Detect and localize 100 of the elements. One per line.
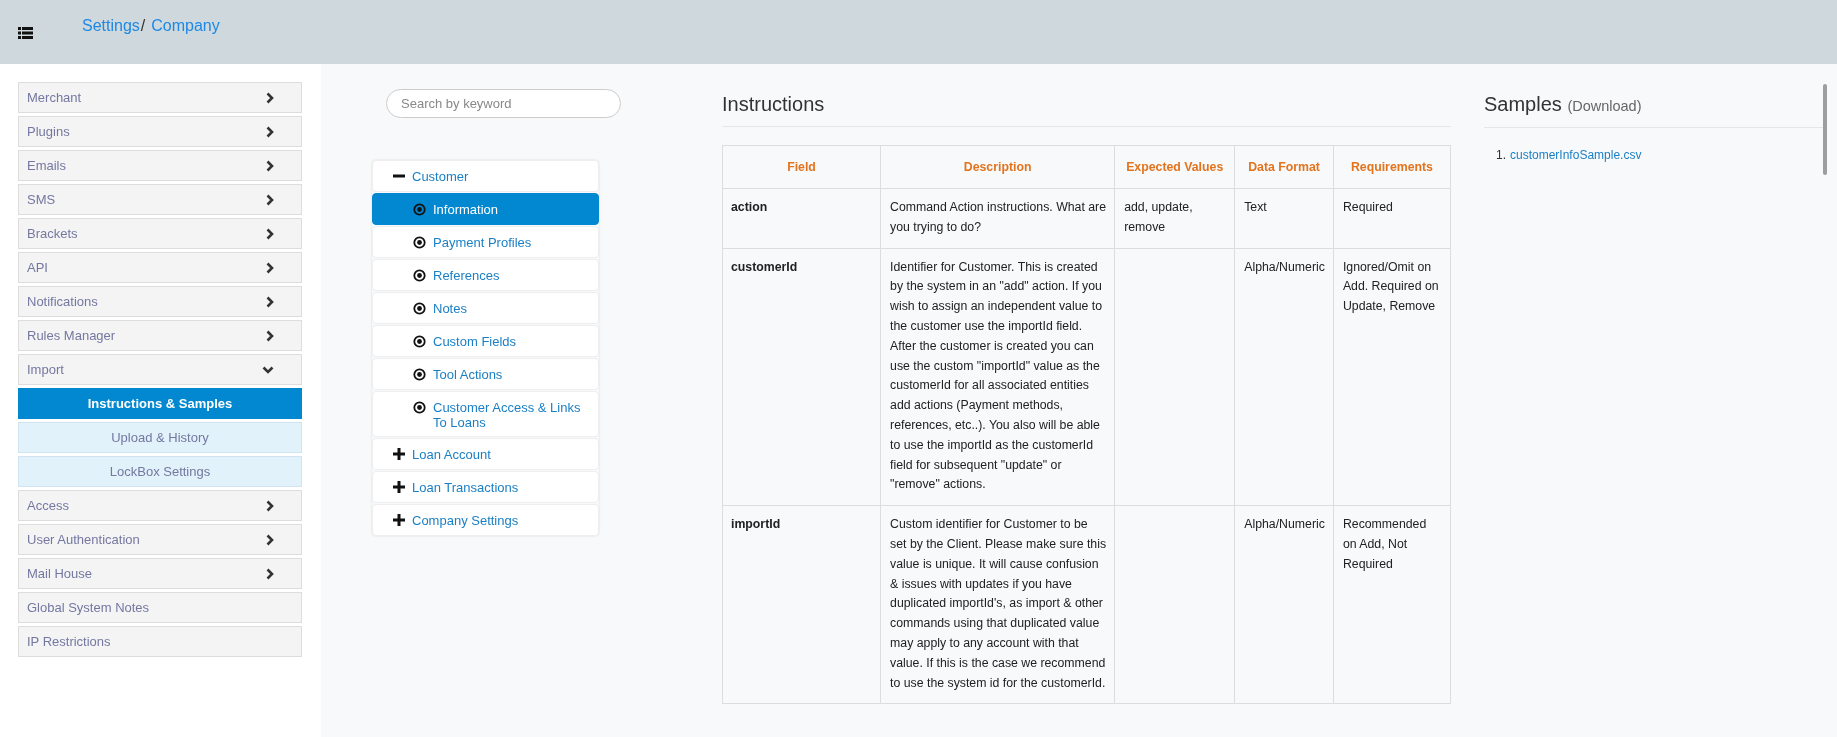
sidebar-item-label: IP Restrictions <box>27 634 111 649</box>
plus-icon[interactable] <box>393 514 405 526</box>
section-title: Instructions <box>722 64 1451 127</box>
sidebar-item[interactable]: Merchant <box>18 82 302 113</box>
sidebar-item[interactable]: Access <box>18 490 302 521</box>
chevron-down-icon <box>262 365 274 374</box>
sidebar-item-label: SMS <box>27 192 56 207</box>
tree-leaf[interactable]: Custom Fields <box>372 325 599 357</box>
column-header: Field <box>722 145 881 189</box>
tree-node-label: Customer <box>412 168 469 184</box>
sidebar-subitem[interactable]: Upload & History <box>18 422 302 453</box>
plus-icon[interactable] <box>393 448 405 460</box>
column-header: Requirements <box>1333 145 1451 189</box>
radio-dot-icon <box>413 302 426 315</box>
table-cell: Ignored/Omit on Add. Required on Update, Remove <box>1342 259 1439 314</box>
sidebar-subitem[interactable]: Instructions & Samples <box>18 388 302 419</box>
tree-node[interactable]: Company Settings <box>372 504 599 536</box>
tree-leaf[interactable]: Information <box>372 193 599 225</box>
radio-dot-icon <box>413 401 426 414</box>
chevron-right-icon <box>266 125 274 138</box>
chevron-right-icon <box>266 227 274 240</box>
sidebar-subitem[interactable]: LockBox Settings <box>18 456 302 487</box>
tree-node-label: Company Settings <box>412 512 519 528</box>
tree-node[interactable]: Loan Account <box>372 438 599 470</box>
radio-dot-icon <box>413 368 426 381</box>
chevron-right-icon <box>266 261 274 274</box>
sidebar-item-label: Notifications <box>27 294 98 309</box>
table-cell: action <box>731 200 768 214</box>
sidebar-item[interactable]: Notifications <box>18 286 302 317</box>
column-header: Description <box>880 145 1115 189</box>
sidebar-item-label: Brackets <box>27 226 78 241</box>
tree-leaf-label: Customer Access & Links To Loans <box>433 400 582 430</box>
sidebar-item[interactable]: Emails <box>18 150 302 181</box>
radio-dot-icon <box>413 269 426 282</box>
sidebar-item-label: Rules Manager <box>27 328 116 343</box>
sidebar-item[interactable]: Brackets <box>18 218 302 249</box>
tree-node[interactable]: Customer <box>372 160 599 192</box>
tree-leaf-label: Payment Profiles <box>433 235 532 250</box>
tree-leaf-label: Custom Fields <box>433 334 517 349</box>
table-cell: customerId <box>731 259 798 274</box>
sidebar-item[interactable]: Mail House <box>18 558 302 589</box>
sidebar-item[interactable]: API <box>18 252 302 283</box>
radio-dot-icon <box>413 203 426 216</box>
sidebar-item-label: Emails <box>27 158 66 173</box>
sidebar-item[interactable]: User Authentication <box>18 524 302 555</box>
sidebar-item-label: Merchant <box>27 90 82 105</box>
breadcrumb-link[interactable]: Company <box>151 17 220 35</box>
tree-node[interactable]: Loan Transactions <box>372 471 599 503</box>
table-cell: Alpha/Numeric <box>1244 259 1325 274</box>
table-cell: Required <box>1342 200 1393 214</box>
sidebar-item-label: Plugins <box>27 124 70 139</box>
sidebar-item[interactable]: Global System Notes <box>18 592 302 623</box>
table-cell: Recommended on Add, Not Required <box>1342 517 1427 571</box>
column-header: Data Format <box>1234 145 1334 189</box>
list-number: 1. <box>1496 148 1506 162</box>
sidebar-item-label: Global System Notes <box>27 600 150 615</box>
chevron-right-icon <box>266 295 274 308</box>
chevron-right-icon <box>266 159 274 172</box>
tree-node-label: Loan Transactions <box>412 479 519 495</box>
tree-node-label: Loan Account <box>412 446 491 462</box>
table-cell: Identifier for Customer. This is created by the system in an "add" action. If you wish to assign an independent value to the customer use the importId field. After the customer is created you can use the custom "importId" value as the customerId for all associated entities add actions (Payment methods, references, etc..). You also will be able to use the importId as the customerId field for subsequent "update" or "remove" actions. <box>890 259 1102 492</box>
plus-icon[interactable] <box>393 481 405 493</box>
sidebar-item[interactable]: Rules Manager <box>18 320 302 351</box>
tree-leaf[interactable]: Notes <box>372 292 599 324</box>
sidebar-item-label: User Authentication <box>27 532 140 547</box>
table-cell: Custom identifier for Customer to be set by the Client. Please make sure this value is unique. It will cause confusion & issues with updates if you have duplicated importId's, as import & other commands using that duplicated value may apply to any account with that value. If this is the case we recommend to use the system id for the customerId. <box>890 517 1107 690</box>
breadcrumb-separator: / <box>140 17 146 35</box>
tree-leaf[interactable]: Payment Profiles <box>372 226 599 258</box>
chevron-right-icon <box>266 499 274 512</box>
chevron-right-icon <box>266 91 274 104</box>
tree-leaf-label: Information <box>433 202 499 217</box>
sidebar-item[interactable]: SMS <box>18 184 302 215</box>
table-cell: Text <box>1244 200 1267 214</box>
tree-leaf[interactable]: Tool Actions <box>372 358 599 390</box>
sidebar-item[interactable]: IP Restrictions <box>18 626 302 657</box>
column-header: Expected Values <box>1114 145 1235 189</box>
tree-leaf-label: References <box>433 268 500 283</box>
breadcrumb-link[interactable]: Settings <box>82 17 140 35</box>
table-cell: Command Action instructions. What are you trying to do? <box>890 200 1107 234</box>
radio-dot-icon <box>413 236 426 249</box>
table-cell: add, update, remove <box>1124 200 1193 234</box>
chevron-right-icon <box>266 567 274 580</box>
table-cell: importId <box>731 517 781 532</box>
search-field[interactable]: Search by keyword <box>386 89 621 118</box>
radio-dot-icon <box>413 335 426 348</box>
section-title: Samples <box>1484 93 1562 115</box>
sidebar-item-label: Access <box>27 498 69 513</box>
tree-leaf[interactable]: References <box>372 259 599 291</box>
tree-leaf[interactable]: Customer Access & Links To Loans <box>372 391 599 437</box>
section-subtitle: (Download) <box>1567 98 1642 114</box>
sidebar-item[interactable]: Import <box>18 354 302 385</box>
sidebar-item-label: API <box>27 260 48 275</box>
tree-leaf-label: Notes <box>433 301 467 316</box>
table-cell: Alpha/Numeric <box>1244 517 1325 532</box>
list-icon[interactable] <box>18 27 33 39</box>
scrollbar-thumb[interactable] <box>1823 84 1827 175</box>
file-link[interactable]: customerInfoSample.csv <box>1510 148 1642 162</box>
tree-leaf-label: Tool Actions <box>433 367 503 382</box>
chevron-right-icon <box>266 533 274 546</box>
sidebar-item[interactable]: Plugins <box>18 116 302 147</box>
